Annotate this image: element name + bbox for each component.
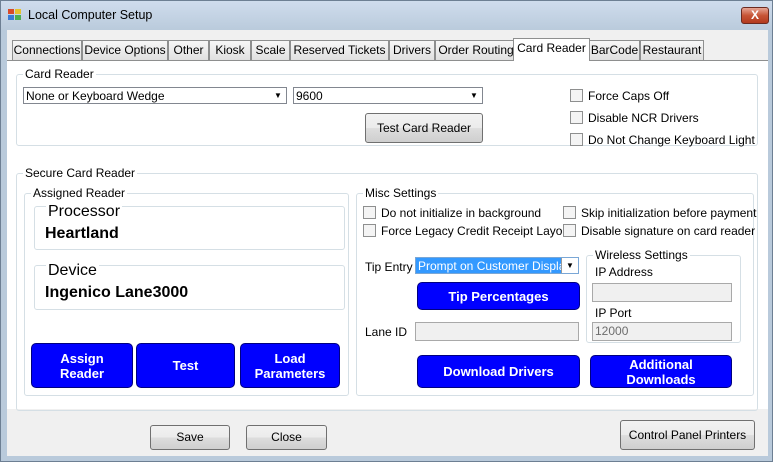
chevron-down-icon: ▼: [561, 258, 578, 273]
reader-type-dropdown[interactable]: None or Keyboard Wedge ▼: [23, 87, 287, 104]
close-window-button[interactable]: X: [741, 7, 769, 24]
misc-settings-legend: Misc Settings: [365, 186, 437, 200]
ip-port-label: IP Port: [595, 306, 632, 320]
chevron-down-icon: ▼: [274, 91, 282, 100]
keyboard-light-checkbox[interactable]: Do Not Change Keyboard Light: [570, 133, 755, 147]
skip-init-label: Skip initialization before payment: [581, 206, 757, 220]
tab-device-options[interactable]: Device Options: [82, 40, 168, 60]
tip-percentages-button[interactable]: Tip Percentages: [417, 282, 580, 310]
additional-downloads-button[interactable]: Additional Downloads: [590, 355, 732, 388]
force-caps-off-label: Force Caps Off: [588, 89, 670, 103]
ip-address-input[interactable]: [592, 283, 732, 302]
test-card-reader-button[interactable]: Test Card Reader: [365, 113, 483, 143]
title-bar[interactable]: Local Computer Setup X: [1, 1, 772, 29]
disable-signature-checkbox[interactable]: Disable signature on card reader: [563, 224, 755, 238]
tab-order-routing[interactable]: Order Routing: [435, 40, 517, 60]
lane-id-input[interactable]: [415, 322, 579, 341]
wireless-settings-legend: Wireless Settings: [595, 248, 688, 262]
tip-entry-label: Tip Entry: [365, 260, 413, 274]
tab-connections[interactable]: Connections: [12, 40, 82, 60]
test-button[interactable]: Test: [136, 343, 235, 388]
client-area: Connections Device Options Other Kiosk S…: [7, 30, 768, 456]
tab-barcode[interactable]: BarCode: [589, 40, 640, 60]
chevron-down-icon: ▼: [470, 91, 478, 100]
tip-entry-dropdown[interactable]: Prompt on Customer Display ▼: [415, 257, 579, 274]
disable-ncr-label: Disable NCR Drivers: [588, 111, 699, 125]
processor-value: Heartland: [45, 225, 119, 242]
ip-port-input[interactable]: 12000: [592, 322, 732, 341]
window-title: Local Computer Setup: [28, 8, 153, 22]
control-panel-printers-button[interactable]: Control Panel Printers: [620, 420, 755, 450]
secure-card-reader-legend: Secure Card Reader: [25, 166, 136, 180]
ip-address-label: IP Address: [595, 265, 653, 279]
force-caps-off-checkbox[interactable]: Force Caps Off: [570, 89, 669, 103]
assign-reader-button[interactable]: Assign Reader: [31, 343, 133, 388]
card-reader-legend: Card Reader: [25, 67, 94, 81]
device-label: Device: [46, 262, 99, 280]
force-legacy-receipt-checkbox[interactable]: Force Legacy Credit Receipt Layout: [363, 224, 572, 238]
tab-reserved-tickets[interactable]: Reserved Tickets: [290, 40, 389, 60]
processor-label: Processor: [46, 203, 123, 221]
baud-rate-value: 9600: [296, 89, 323, 103]
tip-entry-value: Prompt on Customer Display: [418, 259, 572, 273]
close-icon: X: [750, 8, 759, 22]
tab-card-reader[interactable]: Card Reader: [513, 38, 590, 61]
close-button[interactable]: Close: [246, 425, 327, 450]
load-parameters-button[interactable]: Load Parameters: [240, 343, 340, 388]
baud-rate-dropdown[interactable]: 9600 ▼: [293, 87, 483, 104]
app-icon: [8, 9, 21, 20]
card-reader-panel: Card Reader None or Keyboard Wedge ▼ 960…: [7, 60, 768, 411]
no-init-background-checkbox[interactable]: Do not initialize in background: [363, 206, 541, 220]
assigned-reader-legend: Assigned Reader: [33, 186, 126, 200]
reader-type-value: None or Keyboard Wedge: [26, 89, 165, 103]
lane-id-label: Lane ID: [365, 325, 408, 339]
tab-other[interactable]: Other: [168, 40, 209, 60]
tab-kiosk[interactable]: Kiosk: [209, 40, 251, 60]
skip-init-checkbox[interactable]: Skip initialization before payment: [563, 206, 756, 220]
force-legacy-receipt-label: Force Legacy Credit Receipt Layout: [381, 224, 573, 238]
keyboard-light-label: Do Not Change Keyboard Light: [588, 133, 755, 147]
tab-restaurant[interactable]: Restaurant: [640, 40, 704, 60]
download-drivers-button[interactable]: Download Drivers: [417, 355, 580, 388]
disable-signature-label: Disable signature on card reader: [581, 224, 756, 238]
no-init-background-label: Do not initialize in background: [381, 206, 542, 220]
tab-drivers[interactable]: Drivers: [389, 40, 435, 60]
device-value: Ingenico Lane3000: [45, 284, 189, 301]
disable-ncr-checkbox[interactable]: Disable NCR Drivers: [570, 111, 699, 125]
tab-scale[interactable]: Scale: [251, 40, 290, 60]
window: Local Computer Setup X Connections Devic…: [0, 0, 773, 462]
save-button[interactable]: Save: [150, 425, 230, 450]
